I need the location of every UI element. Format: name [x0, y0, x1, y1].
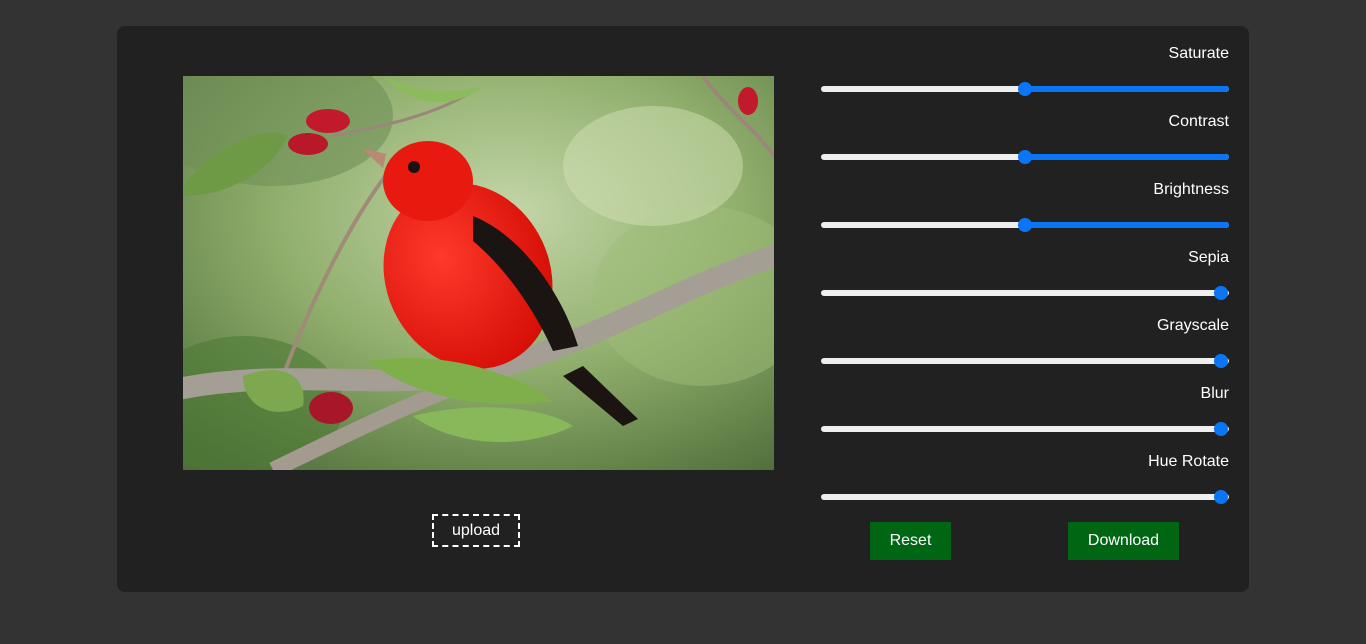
- slider-track: [821, 494, 1229, 500]
- grayscale-slider[interactable]: [821, 354, 1229, 368]
- slider-thumb[interactable]: [1213, 490, 1228, 504]
- slider-thumb[interactable]: [1213, 286, 1228, 300]
- filter-controls: Saturate Contrast Brightness Sepia Grays…: [821, 44, 1229, 520]
- contrast-control: Contrast: [821, 112, 1229, 180]
- saturate-label: Saturate: [1168, 45, 1229, 62]
- upload-button[interactable]: upload: [432, 514, 520, 547]
- sepia-label: Sepia: [1188, 249, 1229, 266]
- grayscale-control: Grayscale: [821, 316, 1229, 384]
- blur-slider[interactable]: [821, 422, 1229, 436]
- slider-thumb[interactable]: [1213, 422, 1228, 436]
- reset-button[interactable]: Reset: [870, 522, 951, 560]
- hue-rotate-slider[interactable]: [821, 490, 1229, 504]
- blur-control: Blur: [821, 384, 1229, 452]
- sepia-control: Sepia: [821, 248, 1229, 316]
- hue-rotate-control: Hue Rotate: [821, 452, 1229, 520]
- slider-fill: [1025, 86, 1229, 92]
- slider-track: [821, 290, 1229, 296]
- slider-fill: [1025, 154, 1229, 160]
- contrast-slider[interactable]: [821, 150, 1229, 164]
- slider-thumb[interactable]: [1018, 150, 1032, 164]
- grayscale-label: Grayscale: [1156, 317, 1229, 334]
- preview-image: [183, 76, 774, 470]
- slider-track: [821, 426, 1229, 432]
- brightness-control: Brightness: [821, 180, 1229, 248]
- saturate-slider[interactable]: [821, 82, 1229, 96]
- hue-rotate-label: Hue Rotate: [1148, 453, 1229, 470]
- download-button[interactable]: Download: [1068, 522, 1179, 560]
- brightness-label: Brightness: [1153, 181, 1229, 198]
- slider-track: [821, 358, 1229, 364]
- blur-label: Blur: [1200, 385, 1229, 402]
- editor-card: upload Saturate Contrast Brightness Sepi…: [117, 26, 1249, 592]
- slider-thumb[interactable]: [1018, 82, 1032, 96]
- slider-thumb[interactable]: [1018, 218, 1032, 232]
- slider-fill: [1025, 222, 1229, 228]
- contrast-label: Contrast: [1168, 113, 1229, 130]
- slider-thumb[interactable]: [1213, 354, 1228, 368]
- brightness-slider[interactable]: [821, 218, 1229, 232]
- sepia-slider[interactable]: [821, 286, 1229, 300]
- saturate-control: Saturate: [821, 44, 1229, 112]
